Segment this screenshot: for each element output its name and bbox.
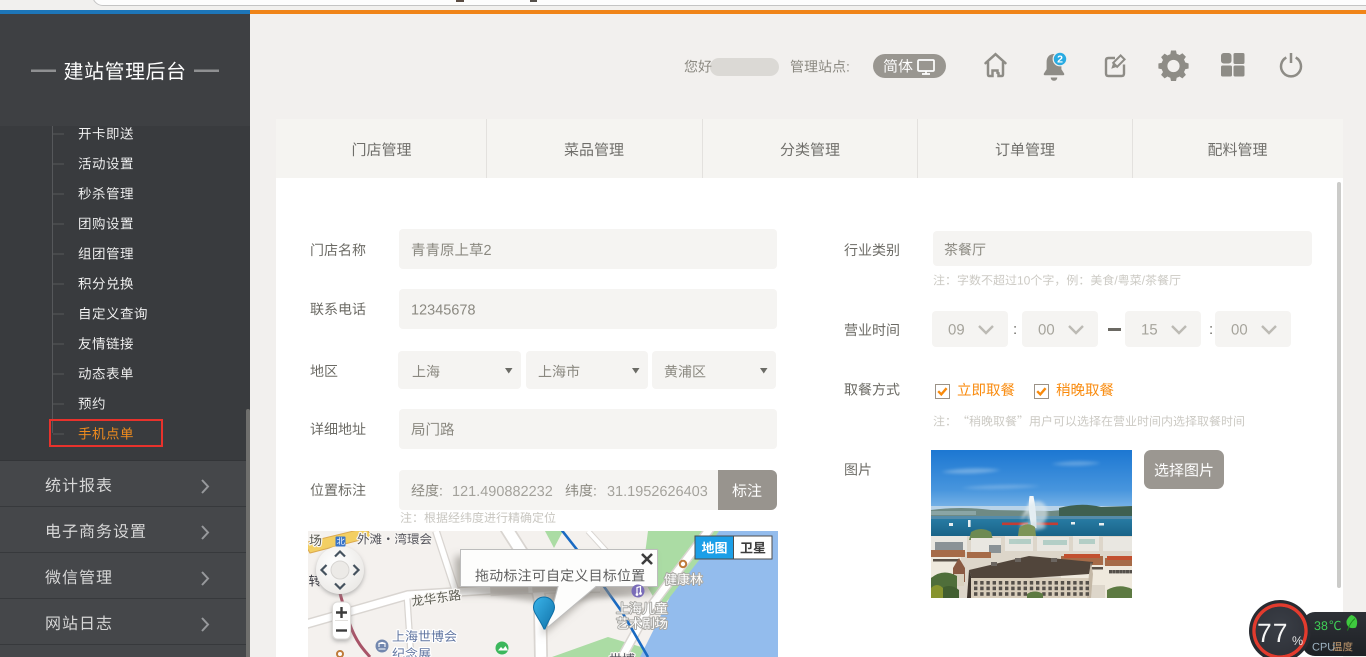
svg-text:2: 2 xyxy=(1057,54,1063,66)
